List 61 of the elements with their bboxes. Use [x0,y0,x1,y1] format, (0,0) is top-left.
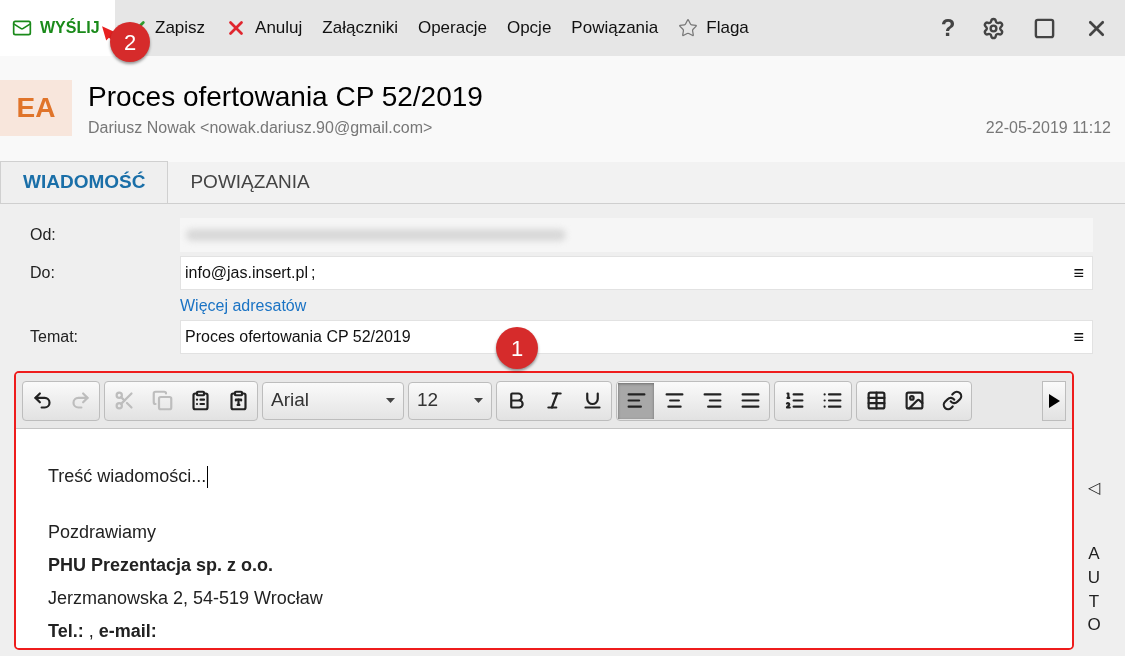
tab[interactable]: POWIĄZANIA [168,161,332,203]
menu-icon[interactable]: ≡ [1073,259,1088,287]
justify-icon [739,390,761,411]
text-cursor [207,465,209,488]
clipboard-icon [189,390,211,411]
menu-icon[interactable]: ≡ [1073,323,1088,351]
more-recipients-link[interactable]: Więcej adresatów [180,294,1093,316]
body-text: Pozdrawiamy [48,521,158,544]
side-panel-label: AUTO [1086,543,1102,637]
align-right-icon [701,390,723,411]
avatar: EA [0,80,72,136]
message-subject: Proces ofertowania CP 52/2019 [88,80,484,114]
toolbar-button[interactable]: Opcje [506,15,552,41]
toolbar-button[interactable]: Zapisz [155,15,206,41]
table-icon [865,390,887,411]
dropdown-arrow-icon [474,398,483,403]
field-label: Do: [30,263,56,283]
play-icon [1048,393,1060,408]
clipboard-text-icon [227,390,249,411]
body-text: PHU Prezentacja sp. z o.o. [48,554,275,577]
tab[interactable]: WIADOMOŚĆ [0,161,169,203]
mail-icon [12,18,32,38]
annotation-badge: 1 [496,327,538,369]
toolbar-button[interactable]: Załączniki [322,15,398,41]
recipient-address: info@jas.insert.pl [185,263,308,283]
send-button[interactable]: WYŚLIJ [0,0,115,56]
editor-body[interactable]: Treść wiadomości... Pozdrawiamy PHU Prezentacja sp. z o.o. Jerzmanowska 2, 54-519 Wrocław Tel.: , e-mail: [16,429,1072,648]
more-tools-button[interactable] [1042,380,1066,421]
help-button[interactable]: ? [928,10,968,46]
dropdown-arrow-icon [386,398,395,403]
align-left-icon [625,390,647,411]
maximize-icon[interactable] [1033,16,1056,40]
field-label: Temat: [30,327,79,347]
bullet-list-icon [821,390,843,411]
body-text: Jerzmanowska 2, 54-519 Wrocław [48,587,324,610]
sender-address: Dariusz Nowak <nowak.dariusz.90@gmail.com> [88,118,433,138]
body-text: Tel.: , e-mail: [48,620,158,643]
toolbar-button[interactable]: Operacje [417,15,487,41]
redo-icon [69,390,91,411]
copy-icon [151,390,173,411]
subject-value: Proces ofertowania CP 52/2019 [185,327,411,347]
field-label: Od: [30,225,57,245]
numbered-list-icon [783,390,805,411]
font-dropdown[interactable]: Arial [262,381,404,420]
cut-icon [113,390,135,411]
settings-icon[interactable] [982,16,1005,40]
panel-toggle[interactable]: ◁ [1088,476,1100,500]
toolbar-button[interactable]: Anuluj [255,15,303,41]
toolbar-button[interactable]: Flaga [706,15,749,41]
size-dropdown[interactable]: 12 [408,381,492,420]
star-icon [678,18,699,38]
align-center-icon [663,390,685,411]
body-text: Treść wiadomości... [48,465,207,488]
editor-button[interactable] [618,382,654,419]
underline-icon [581,390,603,411]
image-icon [903,390,925,411]
toolbar-button[interactable]: Powiązania [571,15,659,41]
recipient-field[interactable]: info@jas.insert.pl ; ≡ [180,256,1093,290]
message-date: 22-05-2019 11:12 [985,118,1111,138]
separator-text: ; [310,263,316,283]
link-icon [941,390,963,411]
